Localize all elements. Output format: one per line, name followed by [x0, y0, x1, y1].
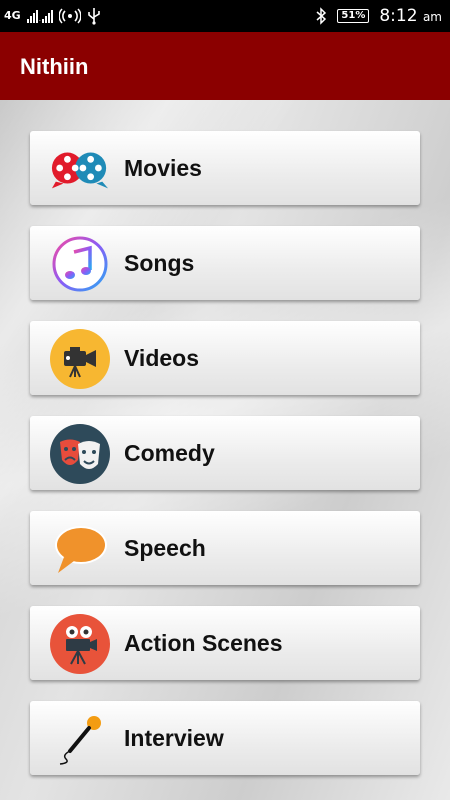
hotspot-icon [58, 8, 81, 24]
network-type: 4G [4, 9, 21, 22]
clock: 8:12 am [379, 6, 442, 26]
menu-item-label: Action Scenes [124, 630, 283, 656]
menu-item-label: Interview [124, 725, 224, 751]
app-bar: Nithiin [0, 32, 450, 100]
comedy-masks-icon [50, 424, 110, 484]
battery-indicator: 51% [337, 9, 370, 23]
menu-item-comedy[interactable]: Comedy [30, 416, 420, 490]
menu-item-label: Videos [124, 345, 199, 371]
signal-icon: . [26, 9, 53, 23]
menu-item-interview[interactable]: Interview [30, 701, 420, 775]
menu-item-action-scenes[interactable]: Action Scenes [30, 606, 420, 680]
menu-item-label: Speech [124, 535, 206, 561]
menu-item-songs[interactable]: Songs [30, 226, 420, 300]
bluetooth-icon [316, 7, 327, 25]
usb-icon [88, 8, 100, 25]
app-title: Nithiin [20, 54, 89, 79]
status-bar: 4G . 51% 8:12 am [0, 0, 450, 32]
menu-item-label: Songs [124, 250, 195, 276]
menu-list[interactable]: Movies Songs Videos Comedy Speech Action… [0, 100, 450, 800]
menu-item-videos[interactable]: Videos [30, 321, 420, 395]
microphone-icon [50, 710, 110, 768]
movie-camera-icon [50, 614, 110, 674]
speech-bubble-icon [50, 520, 110, 578]
menu-item-speech[interactable]: Speech [30, 511, 420, 585]
film-reels-icon [50, 140, 110, 198]
video-camera-icon [50, 329, 110, 389]
menu-item-movies[interactable]: Movies [30, 131, 420, 205]
music-note-icon [50, 235, 110, 293]
menu-item-label: Movies [124, 155, 202, 181]
menu-item-label: Comedy [124, 440, 215, 466]
